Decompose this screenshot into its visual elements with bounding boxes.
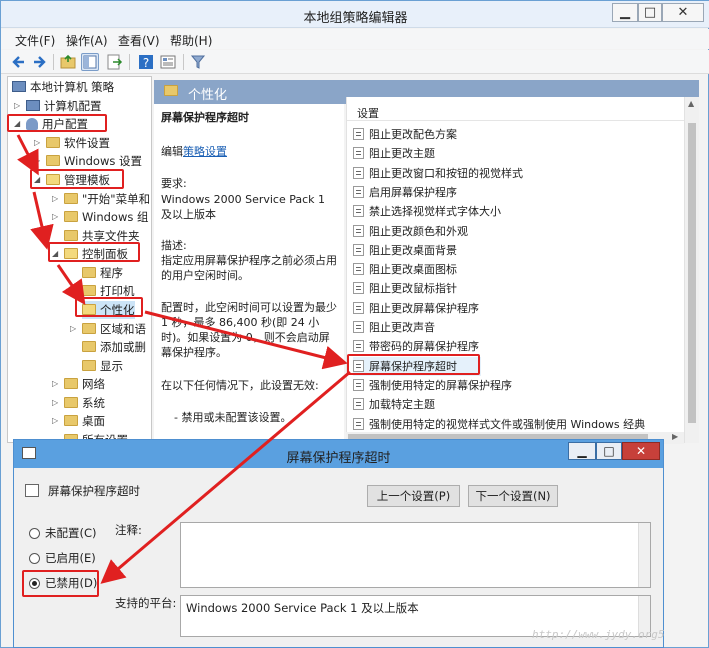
arrow-4	[144, 310, 348, 370]
watermark: http://www.jydy.org5	[532, 628, 665, 641]
arrow-5	[100, 370, 351, 584]
arrow-3	[56, 264, 86, 305]
annotation-arrows	[16, 134, 351, 584]
arrow-2	[30, 191, 54, 250]
arrow-1	[16, 134, 39, 176]
